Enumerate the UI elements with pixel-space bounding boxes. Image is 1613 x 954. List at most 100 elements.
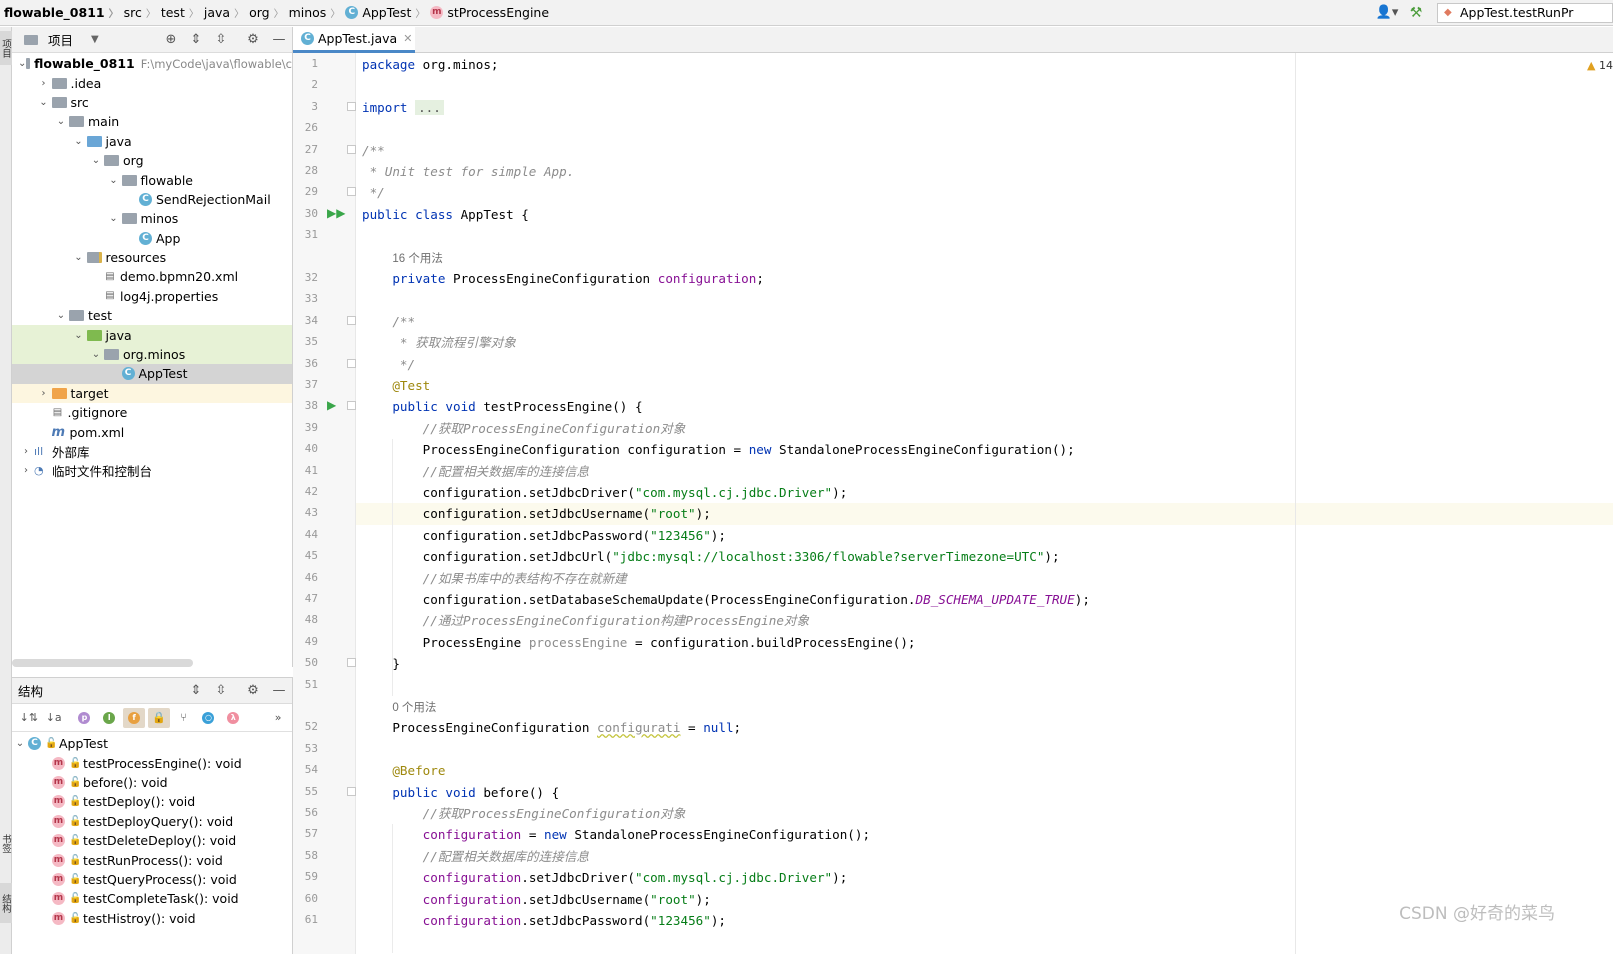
breadcrumb-item[interactable]: C AppTest 〉 — [345, 5, 430, 20]
build-hammer-icon[interactable]: ⚒ — [1405, 4, 1427, 22]
breadcrumb-item[interactable]: m stProcessEngine — [430, 5, 549, 20]
structure-method-item[interactable]: m 🔓 testQueryProcess(): void — [12, 870, 292, 889]
chevron-right-icon[interactable]: › — [36, 78, 52, 89]
tree-item[interactable]: ▤ log4j.properties — [12, 287, 292, 306]
chevron-down-icon[interactable]: ⌄ — [12, 738, 28, 749]
chevron-down-icon[interactable]: ⌄ — [71, 136, 87, 147]
tree-item[interactable]: C AppTest — [12, 364, 292, 384]
chevron-right-icon[interactable]: › — [36, 388, 52, 399]
tree-item[interactable]: ⌄ minos — [12, 209, 292, 228]
breadcrumb-item[interactable]: org 〉 — [249, 5, 289, 20]
fold-icon[interactable] — [347, 187, 356, 197]
project-panel-title[interactable]: 项目 — [48, 30, 73, 49]
fold-icon[interactable] — [347, 144, 356, 154]
chevron-down-icon[interactable]: ▼ — [91, 34, 99, 45]
tree-item[interactable]: › .idea — [12, 73, 292, 92]
user-icon[interactable]: 👤▾ — [1375, 4, 1399, 22]
maven-icon: m — [51, 424, 66, 440]
run-gutter-icon[interactable]: ▶▶ — [327, 206, 345, 220]
tree-item[interactable]: ⌄ src — [12, 93, 292, 112]
breadcrumb-item[interactable]: src 〉 — [124, 5, 161, 20]
breadcrumb-item[interactable]: flowable_0811 〉 — [4, 5, 124, 20]
locate-icon[interactable]: ⊕ — [162, 31, 180, 49]
gear-icon[interactable]: ⚙ — [244, 31, 262, 49]
show-interfaces-icon[interactable]: ○ — [198, 708, 220, 728]
tree-item[interactable]: m pom.xml — [12, 422, 292, 441]
chevron-down-icon[interactable]: ⌄ — [71, 252, 87, 263]
structure-method-item[interactable]: m 🔓 testRunProcess(): void — [12, 850, 292, 869]
chevron-down-icon[interactable]: ⌄ — [71, 330, 87, 341]
more-icon[interactable]: » — [267, 708, 289, 728]
chevron-down-icon[interactable]: ⌄ — [106, 175, 122, 186]
close-icon[interactable]: ✕ — [403, 32, 412, 45]
chevron-down-icon[interactable]: ⌄ — [88, 155, 104, 166]
tree-item[interactable]: › ıll 外部库 — [12, 442, 292, 461]
run-gutter-icon[interactable]: ▶ — [327, 398, 336, 412]
fold-icon[interactable] — [347, 358, 356, 368]
sort-by-visibility-icon[interactable]: ↓⇅ — [18, 708, 40, 728]
tree-item[interactable]: ⌄ java — [12, 132, 292, 151]
tree-item[interactable]: ⌄ main — [12, 112, 292, 131]
tool-tab-structure[interactable]: 结构 — [0, 883, 12, 923]
chevron-down-icon[interactable]: ⌄ — [53, 116, 69, 127]
structure-method-item[interactable]: m 🔓 testDeployQuery(): void — [12, 812, 292, 831]
horizontal-scrollbar[interactable] — [12, 659, 193, 667]
expand-all-icon[interactable]: ⇕ — [187, 682, 205, 700]
structure-method-item[interactable]: m 🔓 testDeleteDeploy(): void — [12, 831, 292, 850]
fold-icon[interactable] — [347, 315, 356, 325]
tree-item[interactable]: ⌄ org.minos — [12, 344, 292, 365]
fold-icon[interactable] — [347, 786, 356, 796]
tree-item[interactable]: ⌄ resources — [12, 248, 292, 267]
gear-icon[interactable]: ⚙ — [244, 682, 262, 700]
structure-method-item[interactable]: m 🔓 testCompleteTask(): void — [12, 889, 292, 908]
breadcrumb-item[interactable]: minos 〉 — [289, 5, 346, 20]
structure-method-item[interactable]: m 🔓 testHistroy(): void — [12, 909, 292, 928]
structure-method-item[interactable]: m 🔓 before(): void — [12, 773, 292, 792]
expand-all-icon[interactable]: ⇕ — [187, 31, 205, 49]
show-non-public-icon[interactable]: 🔒 — [147, 707, 170, 728]
structure-method-item[interactable]: m 🔓 testProcessEngine(): void — [12, 753, 292, 772]
folder-icon — [69, 310, 84, 322]
tree-item[interactable]: ⌄ test — [12, 306, 292, 325]
show-properties-icon[interactable]: p — [74, 708, 96, 728]
tool-tab-project[interactable]: 项目 — [0, 31, 12, 65]
show-lambdas-icon[interactable]: λ — [222, 708, 244, 728]
show-inherited-icon[interactable]: I — [98, 708, 120, 728]
inspection-widget[interactable]: ▲ 14 — [1587, 59, 1613, 72]
tree-item[interactable]: C SendRejectionMail — [12, 190, 292, 209]
chevron-right-icon[interactable]: › — [18, 465, 34, 476]
chevron-down-icon[interactable]: ⌄ — [18, 58, 26, 69]
sort-alphabetically-icon[interactable]: ↓a — [43, 708, 65, 728]
fold-icon[interactable] — [347, 658, 356, 668]
structure-root[interactable]: ⌄ C 🔓 AppTest — [12, 734, 292, 753]
breadcrumb-item[interactable]: test 〉 — [161, 5, 204, 20]
tree-item[interactable]: › ◔ 临时文件和控制台 — [12, 461, 292, 480]
chevron-right-icon[interactable]: › — [18, 446, 34, 457]
tree-item[interactable]: ⌄ org — [12, 151, 292, 170]
chevron-down-icon[interactable]: ⌄ — [106, 213, 122, 224]
tree-item[interactable]: ▤ .gitignore — [12, 403, 292, 422]
tree-item[interactable]: › target — [12, 383, 292, 404]
collapse-all-icon[interactable]: ⇳ — [212, 31, 230, 49]
show-fields-icon[interactable]: f — [123, 707, 145, 728]
minimize-icon[interactable]: — — [270, 682, 288, 700]
tab-apptest-java[interactable]: C AppTest.java ✕ — [293, 27, 415, 53]
breadcrumb-item[interactable]: java 〉 — [204, 5, 249, 20]
tool-tab-bookmarks[interactable]: 书签 — [0, 823, 12, 863]
tree-item[interactable]: ⌄ flowable_0811 F:\myCode\java\flowable\c — [12, 54, 292, 73]
structure-method-item[interactable]: m 🔓 testDeploy(): void — [12, 792, 292, 811]
tree-item[interactable]: ⌄ java — [12, 325, 292, 345]
collapse-all-icon[interactable]: ⇳ — [212, 682, 230, 700]
minimize-icon[interactable]: — — [270, 31, 288, 49]
show-anonymous-icon[interactable]: ⑂ — [173, 708, 195, 728]
tree-item[interactable]: ⌄ flowable — [12, 170, 292, 189]
fold-icon[interactable] — [347, 101, 356, 111]
chevron-down-icon[interactable]: ⌄ — [88, 349, 104, 360]
fold-icon[interactable] — [347, 401, 356, 411]
code-editor[interactable]: package org.minos; import ... /** * Unit t… — [356, 53, 1613, 954]
chevron-down-icon[interactable]: ⌄ — [53, 310, 69, 321]
tree-item[interactable]: ▤ demo.bpmn20.xml — [12, 267, 292, 286]
chevron-down-icon[interactable]: ⌄ — [36, 97, 52, 108]
run-configuration-selector[interactable]: ◆ AppTest.testRunPr — [1437, 3, 1613, 23]
tree-item[interactable]: C App — [12, 229, 292, 248]
